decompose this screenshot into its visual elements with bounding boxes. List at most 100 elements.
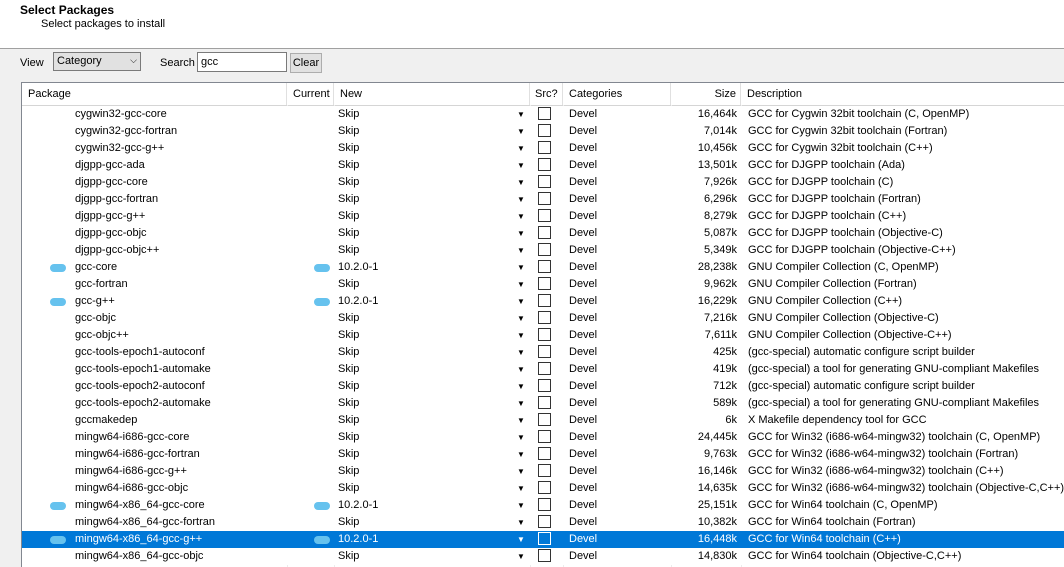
table-row[interactable]: djgpp-gcc-g++ Skip ▼ Devel 8,279k GCC for DJG… <box>22 208 1064 225</box>
new-action-select[interactable]: Skip ▼ <box>334 243 528 258</box>
column-header-categories[interactable]: Categories <box>563 83 671 105</box>
new-action-select[interactable]: Skip ▼ <box>334 447 528 462</box>
new-action-select[interactable]: Skip ▼ <box>334 430 528 445</box>
table-row[interactable]: gcc-g++ 10.2.0-1 ▼ Devel 16,229k GNU Compiler… <box>22 293 1064 310</box>
new-action-select[interactable]: Skip ▼ <box>334 413 528 428</box>
table-row[interactable]: djgpp-gcc-ada Skip ▼ Devel 13,501k GCC for DJ… <box>22 157 1064 174</box>
src-checkbox[interactable] <box>538 243 551 256</box>
src-checkbox[interactable] <box>538 328 551 341</box>
src-checkbox[interactable] <box>538 209 551 222</box>
new-action-select[interactable]: Skip ▼ <box>334 549 528 564</box>
column-header-current[interactable]: Current <box>287 83 334 105</box>
src-checkbox[interactable] <box>538 260 551 273</box>
table-row[interactable]: cygwin32-gcc-g++ Skip ▼ Devel 10,456k GCC for… <box>22 140 1064 157</box>
chevron-down-icon[interactable]: ▼ <box>514 515 528 530</box>
column-header-description[interactable]: Description <box>741 83 1064 105</box>
new-action-select[interactable]: Skip ▼ <box>334 192 528 207</box>
src-checkbox[interactable] <box>538 498 551 511</box>
table-row[interactable]: mingw64-x86_64-gcc-objc Skip ▼ Devel 14,830k… <box>22 548 1064 565</box>
chevron-down-icon[interactable]: ▼ <box>514 430 528 445</box>
src-checkbox[interactable] <box>538 107 551 120</box>
new-action-select[interactable]: 10.2.0-1 ▼ <box>334 294 528 309</box>
new-action-select[interactable]: Skip ▼ <box>334 311 528 326</box>
chevron-down-icon[interactable]: ▼ <box>514 396 528 411</box>
column-header-new[interactable]: New <box>334 83 530 105</box>
chevron-down-icon[interactable]: ▼ <box>514 294 528 309</box>
chevron-down-icon[interactable]: ▼ <box>514 124 528 139</box>
chevron-down-icon[interactable]: ▼ <box>514 447 528 462</box>
chevron-down-icon[interactable]: ▼ <box>514 379 528 394</box>
src-checkbox[interactable] <box>538 294 551 307</box>
new-action-select[interactable]: Skip ▼ <box>334 141 528 156</box>
new-action-select[interactable]: Skip ▼ <box>334 175 528 190</box>
table-row[interactable]: mingw64-i686-gcc-core Skip ▼ Devel 24,445k GC… <box>22 429 1064 446</box>
table-row[interactable]: gcc-tools-epoch2-automake Skip ▼ Devel 589k (… <box>22 395 1064 412</box>
new-action-select[interactable]: Skip ▼ <box>334 124 528 139</box>
chevron-down-icon[interactable]: ▼ <box>514 311 528 326</box>
chevron-down-icon[interactable]: ▼ <box>514 532 528 547</box>
new-action-select[interactable]: Skip ▼ <box>334 328 528 343</box>
src-checkbox[interactable] <box>538 447 551 460</box>
new-action-select[interactable]: Skip ▼ <box>334 481 528 496</box>
table-row[interactable]: gcc-objc Skip ▼ Devel 7,216k GNU Compiler Col… <box>22 310 1064 327</box>
src-checkbox[interactable] <box>538 379 551 392</box>
new-action-select[interactable]: Skip ▼ <box>334 515 528 530</box>
clear-button[interactable]: Clear <box>290 53 322 73</box>
src-checkbox[interactable] <box>538 226 551 239</box>
table-row[interactable]: djgpp-gcc-objc Skip ▼ Devel 5,087k GCC for DJ… <box>22 225 1064 242</box>
table-row[interactable]: gcc-tools-epoch1-automake Skip ▼ Devel 419k (… <box>22 361 1064 378</box>
src-checkbox[interactable] <box>538 396 551 409</box>
table-row[interactable]: mingw64-i686-gcc-fortran Skip ▼ Devel 9,763k… <box>22 446 1064 463</box>
new-action-select[interactable]: Skip ▼ <box>334 345 528 360</box>
chevron-down-icon[interactable]: ▼ <box>514 464 528 479</box>
src-checkbox[interactable] <box>538 311 551 324</box>
src-checkbox[interactable] <box>538 464 551 477</box>
src-checkbox[interactable] <box>538 175 551 188</box>
chevron-down-icon[interactable]: ▼ <box>514 243 528 258</box>
new-action-select[interactable]: Skip ▼ <box>334 362 528 377</box>
src-checkbox[interactable] <box>538 345 551 358</box>
chevron-down-icon[interactable]: ▼ <box>514 328 528 343</box>
src-checkbox[interactable] <box>538 549 551 562</box>
chevron-down-icon[interactable]: ▼ <box>514 498 528 513</box>
new-action-select[interactable]: Skip ▼ <box>334 379 528 394</box>
src-checkbox[interactable] <box>538 430 551 443</box>
table-row[interactable]: mingw64-x86_64-gcc-g++ 10.2.0-1 ▼ Devel 16,4… <box>22 531 1064 548</box>
table-row[interactable]: djgpp-gcc-fortran Skip ▼ Devel 6,296k GCC for… <box>22 191 1064 208</box>
table-row[interactable]: gcc-objc++ Skip ▼ Devel 7,611k GNU Compiler C… <box>22 327 1064 344</box>
src-checkbox[interactable] <box>538 192 551 205</box>
chevron-down-icon[interactable]: ▼ <box>514 549 528 564</box>
chevron-down-icon[interactable]: ▼ <box>514 175 528 190</box>
column-header-package[interactable]: Package <box>22 83 287 105</box>
chevron-down-icon[interactable]: ▼ <box>514 481 528 496</box>
src-checkbox[interactable] <box>538 515 551 528</box>
table-row[interactable]: gcc-core 10.2.0-1 ▼ Devel 28,238k GNU Compile… <box>22 259 1064 276</box>
src-checkbox[interactable] <box>538 141 551 154</box>
src-checkbox[interactable] <box>538 277 551 290</box>
table-row[interactable]: djgpp-gcc-objc++ Skip ▼ Devel 5,349k GCC for … <box>22 242 1064 259</box>
chevron-down-icon[interactable]: ▼ <box>514 158 528 173</box>
src-checkbox[interactable] <box>538 481 551 494</box>
column-header-src[interactable]: Src? <box>530 83 563 105</box>
chevron-down-icon[interactable]: ▼ <box>514 209 528 224</box>
new-action-select[interactable]: Skip ▼ <box>334 396 528 411</box>
chevron-down-icon[interactable]: ▼ <box>514 277 528 292</box>
table-row[interactable]: gcc-tools-epoch1-autoconf Skip ▼ Devel 425k (… <box>22 344 1064 361</box>
chevron-down-icon[interactable]: ▼ <box>514 413 528 428</box>
src-checkbox[interactable] <box>538 413 551 426</box>
chevron-down-icon[interactable]: ▼ <box>514 107 528 122</box>
view-select[interactable]: Category ⌵ <box>53 52 141 71</box>
table-row[interactable]: mingw64-x86_64-gcc-core 10.2.0-1 ▼ Devel 25,… <box>22 497 1064 514</box>
table-row[interactable]: gccmakedep Skip ▼ Devel 6k X Makefile depende… <box>22 412 1064 429</box>
table-row[interactable]: gcc-fortran Skip ▼ Devel 9,962k GNU Compiler … <box>22 276 1064 293</box>
src-checkbox[interactable] <box>538 532 551 545</box>
new-action-select[interactable]: Skip ▼ <box>334 464 528 479</box>
table-row[interactable]: cygwin32-gcc-fortran Skip ▼ Devel 7,014k GCC … <box>22 123 1064 140</box>
table-row[interactable]: djgpp-gcc-core Skip ▼ Devel 7,926k GCC for DJ… <box>22 174 1064 191</box>
chevron-down-icon[interactable]: ▼ <box>514 226 528 241</box>
chevron-down-icon[interactable]: ▼ <box>514 260 528 275</box>
new-action-select[interactable]: 10.2.0-1 ▼ <box>334 532 528 547</box>
table-row[interactable]: mingw64-i686-gcc-g++ Skip ▼ Devel 16,146k GCC… <box>22 463 1064 480</box>
chevron-down-icon[interactable]: ▼ <box>514 345 528 360</box>
chevron-down-icon[interactable]: ▼ <box>514 141 528 156</box>
